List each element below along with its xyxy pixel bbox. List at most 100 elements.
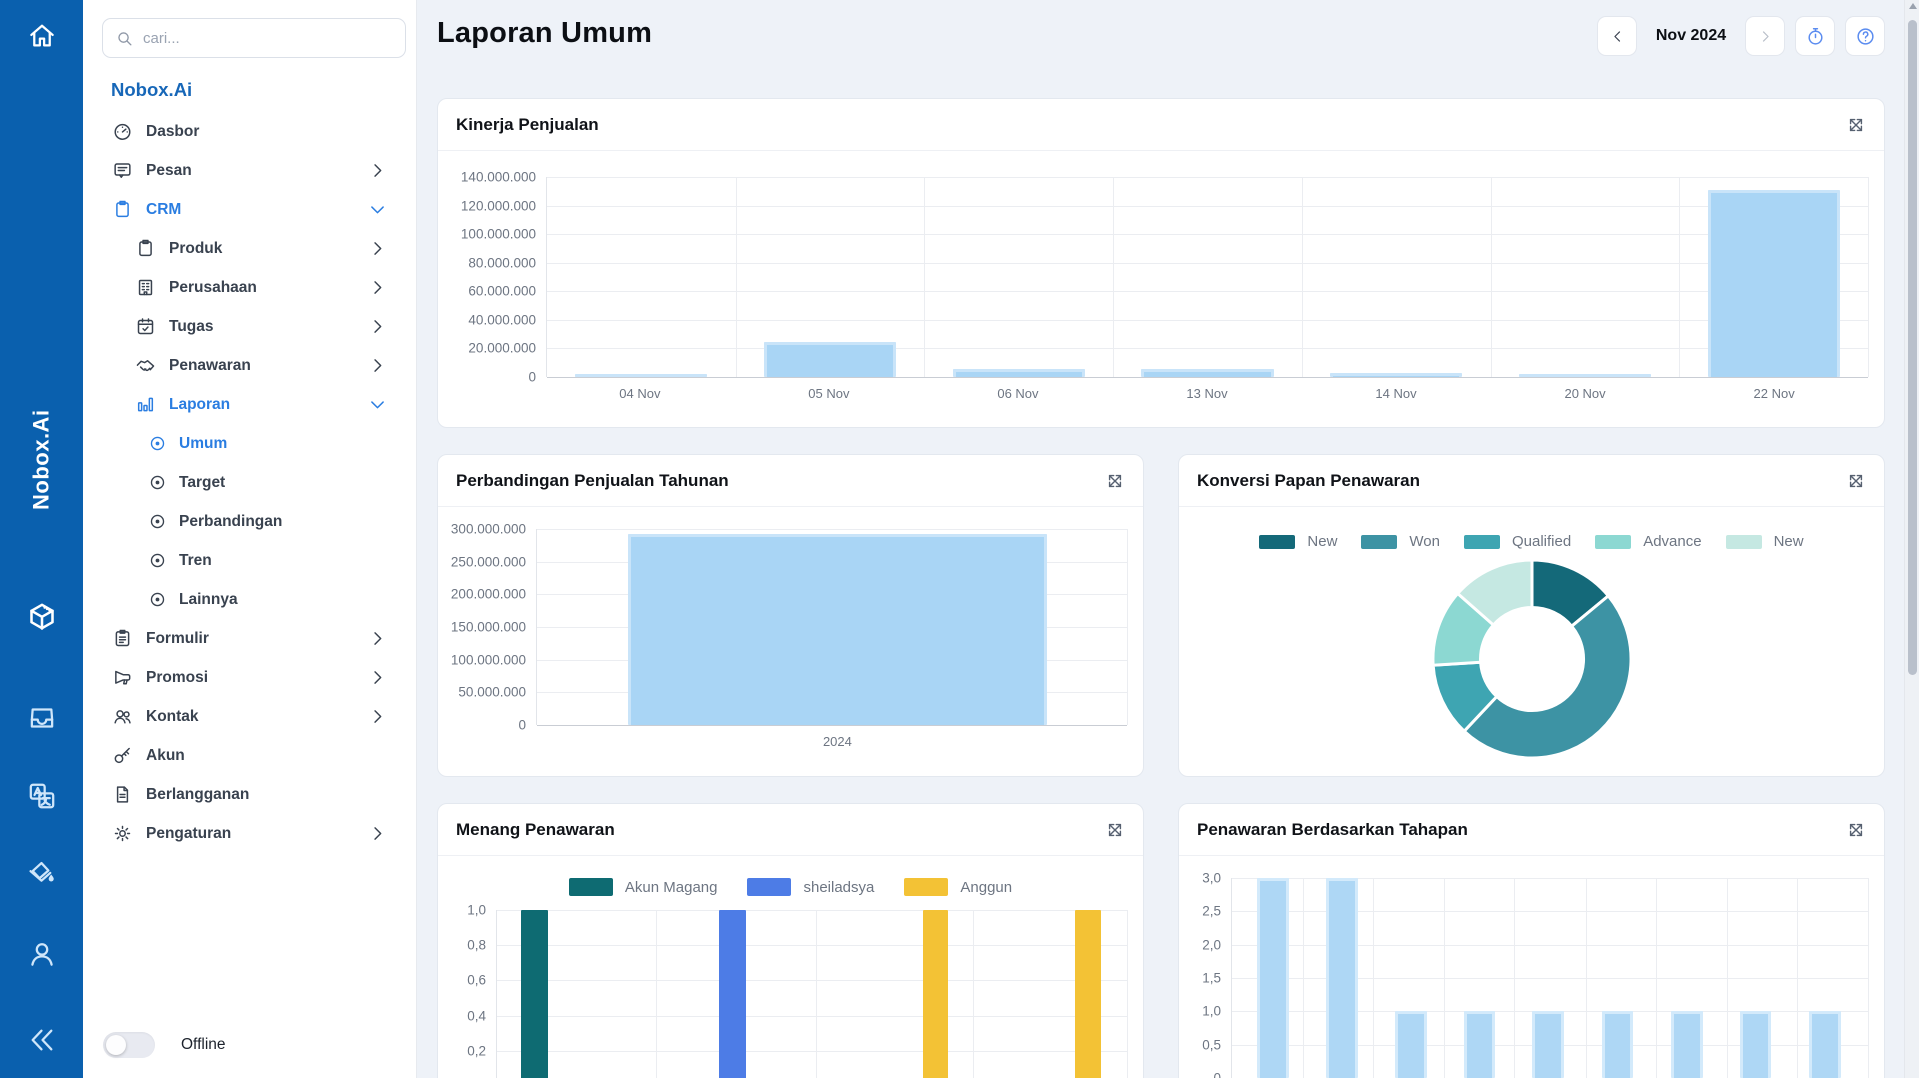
bar[interactable]: [1257, 878, 1289, 1078]
search-icon: [115, 29, 134, 48]
y-tick: 80.000.000: [468, 255, 536, 270]
legend-swatch: [747, 878, 791, 896]
sidebar-item-tugas[interactable]: Tugas: [83, 307, 416, 346]
radio-icon: [148, 551, 167, 570]
legend-item[interactable]: Akun Magang: [569, 878, 718, 896]
expand-icon: [1105, 471, 1125, 491]
bar[interactable]: [1464, 1011, 1496, 1078]
y-tick: 0,4: [467, 1008, 486, 1023]
expand-button[interactable]: [1846, 115, 1866, 135]
card-title: Kinerja Penjualan: [456, 115, 599, 135]
bar[interactable]: [628, 534, 1047, 725]
sidebar-item-target[interactable]: Target: [83, 463, 416, 502]
profile-button[interactable]: [24, 936, 60, 972]
expand-icon: [1846, 820, 1866, 840]
previous-month-button[interactable]: [1597, 16, 1637, 56]
sidebar-item-lainnya[interactable]: Lainnya: [83, 580, 416, 619]
sidebar-item-perbandingan[interactable]: Perbandingan: [83, 502, 416, 541]
sidebar-item-kontak[interactable]: Kontak: [83, 697, 416, 736]
scrollbar-up-arrow[interactable]: [1909, 3, 1917, 9]
bar[interactable]: [953, 369, 1085, 377]
card-title: Menang Penawaran: [456, 820, 615, 840]
legend-item[interactable]: Won: [1361, 533, 1440, 550]
gridline: [497, 1051, 1127, 1052]
paint-button[interactable]: [24, 856, 60, 892]
donut-chart: [1429, 556, 1635, 762]
next-month-button[interactable]: [1745, 16, 1785, 56]
bar[interactable]: [764, 342, 896, 377]
collapse-sidebar-button[interactable]: [24, 1022, 60, 1058]
gridline: [1127, 529, 1128, 725]
sidebar-item-dasbor[interactable]: Dasbor: [83, 112, 416, 151]
bar[interactable]: [521, 910, 548, 1078]
expand-button[interactable]: [1105, 471, 1125, 491]
bar[interactable]: [1809, 1011, 1841, 1078]
sidebar-item-label: Laporan: [169, 396, 230, 414]
sidebar-item-promosi[interactable]: Promosi: [83, 658, 416, 697]
sidebar-item-produk[interactable]: Produk: [83, 229, 416, 268]
sidebar-item-label: Pesan: [146, 162, 192, 180]
vertical-scrollbar[interactable]: [1904, 0, 1919, 1078]
y-tick: 3,0: [1202, 871, 1221, 886]
bar[interactable]: [1671, 1011, 1703, 1078]
bar[interactable]: [1141, 369, 1273, 377]
legend-item[interactable]: New: [1726, 533, 1804, 550]
expand-icon: [1846, 471, 1866, 491]
sidebar-item-laporan[interactable]: Laporan: [83, 385, 416, 424]
sidebar-item-tren[interactable]: Tren: [83, 541, 416, 580]
app-window: Nobox.Ai Nobox.Ai DasborPesanCRMProdukPe…: [0, 0, 1919, 1078]
bar[interactable]: [1708, 190, 1840, 377]
offline-label: Offline: [181, 1036, 226, 1054]
home-button[interactable]: [24, 18, 60, 54]
search-box[interactable]: [102, 18, 406, 58]
nobox-logo-icon[interactable]: [24, 600, 60, 636]
users-icon: [112, 706, 133, 727]
gridline: [547, 206, 1868, 207]
expand-button[interactable]: [1846, 471, 1866, 491]
sidebar-item-formulir[interactable]: Formulir: [83, 619, 416, 658]
inbox-button[interactable]: [24, 700, 60, 736]
legend-label: New: [1774, 533, 1804, 550]
bar[interactable]: [1532, 1011, 1564, 1078]
gridline: [497, 910, 1127, 911]
gridline: [1127, 910, 1128, 1078]
timer-button[interactable]: [1795, 16, 1835, 56]
bar[interactable]: [923, 910, 948, 1078]
translate-icon: [26, 780, 58, 812]
search-input[interactable]: [143, 30, 393, 47]
bar[interactable]: [1395, 1011, 1427, 1078]
gridline: [1444, 878, 1445, 1078]
scrollbar-thumb[interactable]: [1908, 20, 1917, 675]
bar[interactable]: [1075, 910, 1100, 1078]
sidebar-item-crm[interactable]: CRM: [83, 190, 416, 229]
offline-toggle[interactable]: [103, 1032, 155, 1058]
sidebar-item-penawaran[interactable]: Penawaran: [83, 346, 416, 385]
gridline: [1868, 177, 1869, 377]
bar[interactable]: [1602, 1011, 1634, 1078]
bar[interactable]: [1326, 878, 1358, 1078]
sidebar-item-umum[interactable]: Umum: [83, 424, 416, 463]
legend-label: sheiladsya: [803, 879, 874, 896]
bar[interactable]: [1740, 1011, 1772, 1078]
y-tick: 100.000.000: [451, 652, 526, 667]
legend-item[interactable]: New: [1259, 533, 1337, 550]
legend-item[interactable]: Anggun: [904, 878, 1012, 896]
legend-item[interactable]: Advance: [1595, 533, 1701, 550]
bar[interactable]: [719, 910, 746, 1078]
sidebar-item-akun[interactable]: Akun: [83, 736, 416, 775]
sidebar-item-berlangganan[interactable]: Berlangganan: [83, 775, 416, 814]
period-controls: Nov 2024: [1597, 16, 1885, 56]
sidebar-item-pesan[interactable]: Pesan: [83, 151, 416, 190]
legend-swatch: [904, 878, 948, 896]
help-button[interactable]: [1845, 16, 1885, 56]
sidebar-item-perusahaan[interactable]: Perusahaan: [83, 268, 416, 307]
legend-label: Qualified: [1512, 533, 1571, 550]
chevdown-icon: [367, 394, 388, 415]
period-label: Nov 2024: [1652, 27, 1730, 45]
legend-item[interactable]: sheiladsya: [747, 878, 874, 896]
legend-item[interactable]: Qualified: [1464, 533, 1571, 550]
translate-button[interactable]: [24, 778, 60, 814]
expand-button[interactable]: [1846, 820, 1866, 840]
expand-button[interactable]: [1105, 820, 1125, 840]
sidebar-item-pengaturan[interactable]: Pengaturan: [83, 814, 416, 853]
